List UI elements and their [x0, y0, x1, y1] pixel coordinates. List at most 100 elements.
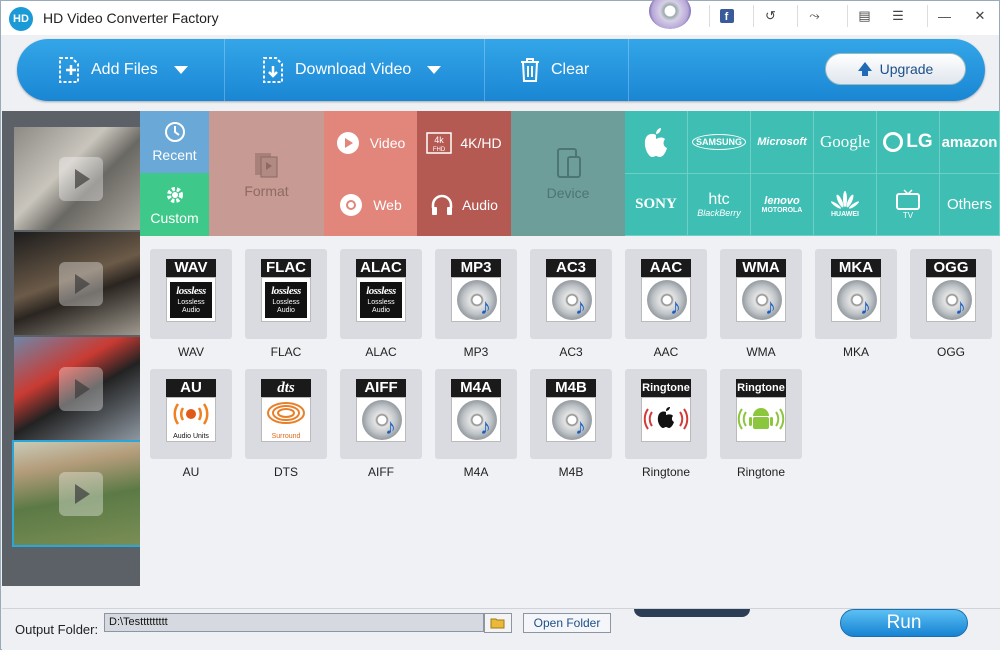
- format-icon: ♪: [546, 397, 596, 442]
- format-item-m4a[interactable]: M4A ♪ M4A: [435, 369, 517, 479]
- lossless-icon: lossless Lossless Audio: [360, 282, 402, 318]
- tab-custom[interactable]: Custom: [140, 173, 209, 236]
- brand-amazon[interactable]: amazon: [940, 111, 1000, 174]
- format-tile: MP3 ♪: [435, 249, 517, 339]
- browse-folder-button[interactable]: [484, 613, 512, 633]
- format-item-wav[interactable]: WAV lossless Lossless Audio WAV: [150, 249, 232, 359]
- upgrade-button[interactable]: Upgrade: [825, 53, 966, 85]
- feedback-button[interactable]: ▤: [847, 5, 881, 27]
- format-item-au[interactable]: AU Audio Units AU: [150, 369, 232, 479]
- format-item-aac[interactable]: AAC ♪ AAC: [625, 249, 707, 359]
- facebook-button[interactable]: f: [709, 5, 743, 27]
- brand-sony[interactable]: SONY: [625, 174, 688, 236]
- brand-sony-label: SONY: [635, 196, 677, 212]
- tools-button[interactable]: ⤳: [797, 5, 831, 27]
- minimize-icon: —: [938, 8, 951, 24]
- video-thumbnail[interactable]: [14, 127, 141, 230]
- format-label: AC3: [559, 345, 583, 359]
- minimize-button[interactable]: —: [927, 5, 961, 27]
- format-item-dts[interactable]: dts Surround DTS: [245, 369, 327, 479]
- format-tile: AIFF ♪: [340, 369, 422, 459]
- brand-htc-blackberry[interactable]: htc BlackBerry: [688, 174, 751, 236]
- brand-google[interactable]: Google: [814, 111, 877, 174]
- clear-button[interactable]: Clear: [519, 39, 629, 101]
- brand-huawei[interactable]: HUAWEI: [814, 174, 877, 236]
- headphones-icon: [431, 194, 453, 215]
- format-icon: lossless Lossless Audio: [166, 277, 216, 322]
- tab-audio[interactable]: Audio: [417, 174, 511, 236]
- open-folder-button[interactable]: Open Folder: [523, 613, 611, 633]
- format-item-alac[interactable]: ALAC lossless Lossless Audio ALAC: [340, 249, 422, 359]
- format-tile: ALAC lossless Lossless Audio: [340, 249, 422, 339]
- tab-web[interactable]: Web: [324, 174, 417, 236]
- output-folder-input[interactable]: D:\Testtttttttt: [104, 613, 484, 632]
- download-video-button[interactable]: Download Video: [261, 39, 485, 101]
- format-item-ringtone[interactable]: Ringtone Ringtone: [625, 369, 707, 479]
- format-label: M4A: [463, 465, 489, 479]
- undo-button[interactable]: ↺: [753, 5, 787, 27]
- format-icon: Surround: [261, 397, 311, 442]
- run-button[interactable]: Run: [840, 609, 968, 637]
- format-tile: AC3 ♪: [530, 249, 612, 339]
- format-item-ogg[interactable]: OGG ♪ OGG: [910, 249, 992, 359]
- format-label: OGG: [936, 345, 965, 359]
- format-item-wma[interactable]: WMA ♪ WMA: [720, 249, 802, 359]
- play-circle-icon: [336, 131, 359, 154]
- format-icon: [736, 397, 786, 442]
- undo-icon: ↺: [765, 8, 776, 23]
- format-tile: M4A ♪: [435, 369, 517, 459]
- format-label: WAV: [178, 345, 204, 359]
- apple-ringtone-icon: [643, 407, 689, 430]
- tab-format[interactable]: Format: [209, 111, 324, 236]
- video-thumbnail[interactable]: [14, 232, 141, 335]
- format-item-mka[interactable]: MKA ♪ MKA: [815, 249, 897, 359]
- music-note-icon: ♪: [480, 414, 491, 439]
- format-header: Ringtone: [736, 379, 786, 397]
- brand-others[interactable]: Others: [940, 174, 1000, 236]
- window-title: HD Video Converter Factory: [43, 10, 219, 26]
- brand-apple[interactable]: [625, 111, 688, 174]
- format-item-mp3[interactable]: MP3 ♪ MP3: [435, 249, 517, 359]
- brand-lenovo-motorola[interactable]: lenovo MOTOROLA: [751, 174, 814, 236]
- format-item-aiff[interactable]: AIFF ♪ AIFF: [340, 369, 422, 479]
- format-tile: Ringtone: [625, 369, 707, 459]
- format-icon: ♪: [451, 397, 501, 442]
- format-item-flac[interactable]: FLAC lossless Lossless Audio FLAC: [245, 249, 327, 359]
- format-header: M4A: [451, 379, 501, 397]
- tab-video[interactable]: Video: [324, 111, 417, 174]
- format-item-ringtone[interactable]: Ringtone Ringtone: [720, 369, 802, 479]
- disc-icon: [649, 0, 691, 29]
- format-label: AIFF: [368, 465, 394, 479]
- format-tile: WMA ♪: [720, 249, 802, 339]
- brand-samsung[interactable]: SAMSUNG: [688, 111, 751, 174]
- brand-lg[interactable]: LG: [877, 111, 940, 174]
- video-thumbnail[interactable]: [14, 337, 141, 440]
- tab-recent[interactable]: Recent: [140, 111, 209, 173]
- lossless-line2: Audio: [372, 307, 390, 314]
- format-icon: ♪: [641, 277, 691, 322]
- brand-tv[interactable]: TV: [877, 174, 940, 236]
- video-thumbnail-selected[interactable]: [12, 440, 143, 547]
- menu-button[interactable]: ☰: [881, 5, 915, 27]
- format-tile: Ringtone: [720, 369, 802, 459]
- tab-device[interactable]: Device: [511, 111, 625, 236]
- tab-device-label: Device: [546, 184, 590, 201]
- brand-samsung-label: SAMSUNG: [691, 134, 746, 150]
- download-video-label: Download Video: [295, 61, 412, 78]
- list-icon: ☰: [892, 8, 904, 23]
- format-item-ac3[interactable]: AC3 ♪ AC3: [530, 249, 612, 359]
- download-icon: [263, 57, 283, 83]
- title-bar: HD HD Video Converter Factory f ↺ ⤳ ▤ ☰ …: [1, 0, 999, 35]
- gear-icon: [166, 186, 183, 203]
- brand-blackberry-label: BlackBerry: [697, 207, 741, 218]
- format-icon: ♪: [831, 277, 881, 322]
- format-item-m4b[interactable]: M4B ♪ M4B: [530, 369, 612, 479]
- add-files-button[interactable]: Add Files: [57, 39, 225, 101]
- brand-lenovo-label: lenovo: [764, 195, 800, 207]
- format-label: M4B: [558, 465, 584, 479]
- tab-4k-hd[interactable]: 4k FHD 4K/HD: [417, 111, 511, 174]
- close-button[interactable]: ✕: [963, 5, 997, 27]
- format-tile: dts Surround: [245, 369, 327, 459]
- brand-microsoft[interactable]: Microsoft: [751, 111, 814, 174]
- brand-htc-label: htc: [708, 190, 730, 208]
